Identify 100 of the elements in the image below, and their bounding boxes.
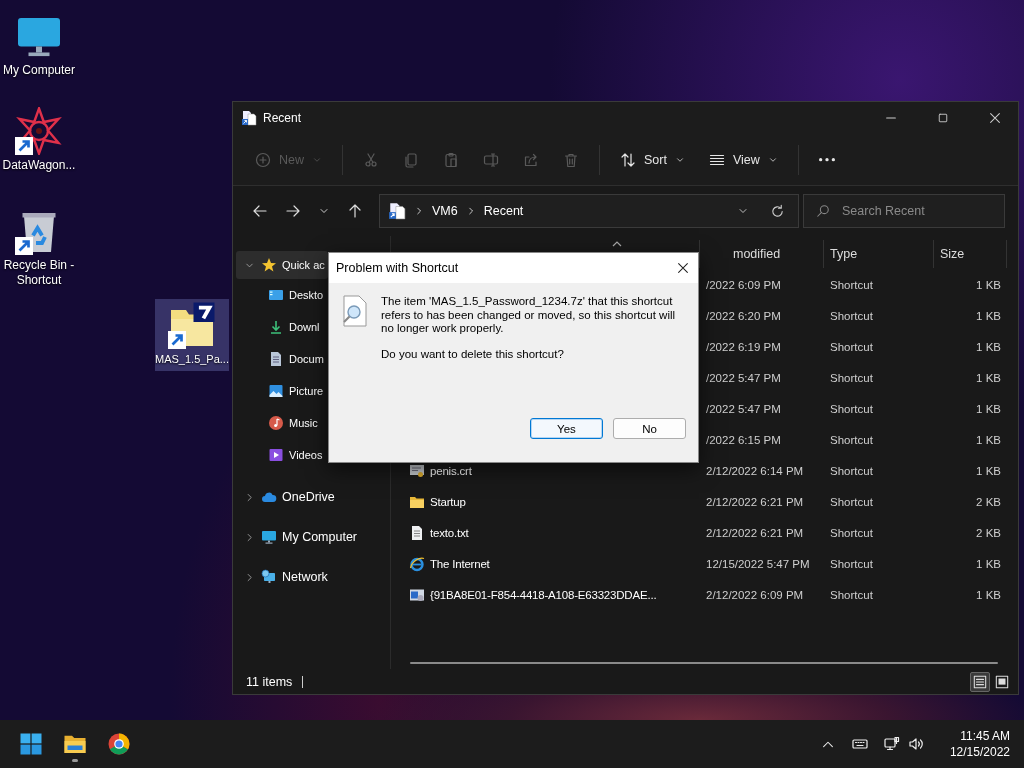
search-icon [816, 204, 830, 218]
date-modified: /2022 5:47 PM [706, 402, 781, 415]
view-button[interactable]: View [700, 142, 786, 177]
desktop-shortcut[interactable]: My Computer [0, 10, 78, 82]
clock[interactable]: 11:45 AM 12/15/2022 [949, 728, 1010, 760]
file-size: 2 KB [976, 495, 1001, 508]
file-size: 1 KB [976, 557, 1001, 570]
file-type: Shortcut [830, 588, 873, 601]
desktop-icon-label: MAS_1.5_Pa... [155, 352, 229, 367]
file-size: 1 KB [976, 340, 1001, 353]
certificate-icon [409, 462, 425, 479]
desktop-shortcut[interactable]: Recycle Bin - Shortcut [0, 205, 78, 292]
sort-button[interactable]: Sort [612, 142, 693, 177]
dialog-message: The item 'MAS_1.5_Password_1234.7z' that this shortcut refers to has been changed or moved, so this shortcut will no longer work properly. [381, 295, 677, 336]
file-size: 1 KB [976, 464, 1001, 477]
desktop-icon-label: DataWagon... [2, 158, 76, 173]
picture-icon [268, 383, 284, 399]
desktop-shortcut[interactable]: DataWagon... [0, 105, 78, 177]
details-view-icon [973, 674, 987, 689]
breadcrumb[interactable]: VM6 [432, 204, 458, 218]
file-type: Shortcut [830, 402, 873, 415]
file-type: Shortcut [830, 371, 873, 384]
nav-item[interactable]: Videos [233, 439, 323, 471]
nav-item[interactable]: Deskto [233, 279, 324, 311]
download-icon [268, 319, 284, 335]
desktop-shortcut[interactable]: MAS_1.5_Pa... [155, 299, 229, 371]
close-icon [988, 111, 1002, 125]
nav-item[interactable]: Quick ac [236, 251, 328, 279]
date-modified: /2022 6:09 PM [706, 278, 781, 291]
nav-item[interactable]: Network [236, 563, 328, 591]
nav-item[interactable]: OneDrive [236, 483, 335, 511]
file-type: Shortcut [830, 557, 873, 570]
folder-location-icon [241, 110, 257, 126]
text-file-icon [409, 524, 425, 541]
horizontal-scrollbar[interactable] [410, 662, 998, 664]
date-modified: /2022 6:20 PM [706, 309, 781, 322]
dialog-title: Problem with Shortcut [336, 261, 460, 275]
desktop-icon-label: My Computer [3, 63, 75, 78]
monitor-icon [261, 529, 277, 545]
file-size: 1 KB [976, 402, 1001, 415]
star-icon [261, 257, 277, 273]
video-icon [268, 447, 284, 463]
file-name[interactable]: Startup [430, 495, 466, 508]
chevron-icon [414, 206, 424, 216]
search-field[interactable]: Search Recent [803, 194, 1005, 228]
browser-ball-icon [107, 732, 131, 756]
desktop-icon [268, 287, 284, 303]
breadcrumb[interactable]: Recent [483, 204, 524, 218]
clock-date: 12/15/2022 [949, 744, 1010, 760]
file-type: Shortcut [830, 309, 873, 322]
maximize-icon [937, 112, 949, 124]
back-arrow-icon [252, 203, 268, 219]
close-icon [676, 261, 690, 275]
dialog-button[interactable]: No [613, 418, 686, 439]
preview-view-icon [995, 674, 1009, 689]
date-modified: 2/12/2022 6:21 PM [706, 526, 804, 539]
nav-item[interactable]: My Computer [236, 523, 358, 551]
file-name[interactable]: penis.crt [430, 464, 472, 477]
file-type: Shortcut [830, 278, 873, 291]
file-name[interactable]: texto.txt [430, 526, 469, 539]
date-modified: /2022 6:15 PM [706, 433, 781, 446]
nav-item[interactable]: Docum [233, 343, 324, 375]
date-modified: 2/12/2022 6:14 PM [706, 464, 804, 477]
nav-item[interactable]: Picture [233, 375, 324, 407]
column-header[interactable]: Size [933, 240, 1007, 268]
folder-location-icon [388, 202, 406, 220]
file-search-icon [342, 295, 368, 327]
date-modified: 2/12/2022 6:21 PM [706, 495, 804, 508]
file-size: 1 KB [976, 588, 1001, 601]
nav-item[interactable]: Downl [233, 311, 320, 343]
file-name[interactable]: The Internet [430, 557, 490, 570]
network-monitor-icon [883, 736, 900, 752]
desktop-icon-label: Recycle Bin - Shortcut [2, 258, 76, 288]
address-bar[interactable]: VM6 Recent [379, 194, 799, 228]
dialog-question: Do you want to delete this shortcut? [381, 347, 565, 361]
column-header[interactable]: Type [823, 240, 933, 268]
document-icon [268, 351, 284, 367]
date-modified: 2/12/2022 6:09 PM [706, 588, 804, 601]
speaker-icon [907, 736, 924, 752]
file-name[interactable]: {91BA8E01-F854-4418-A108-E63323DDAE... [430, 588, 657, 601]
file-size: 1 KB [976, 371, 1001, 384]
file-size: 2 KB [976, 526, 1001, 539]
network-icon [261, 569, 277, 585]
file-size: 1 KB [976, 433, 1001, 446]
dialog-button[interactable]: Yes [530, 418, 603, 439]
date-modified: /2022 5:47 PM [706, 371, 781, 384]
nav-item[interactable]: Music [233, 407, 318, 439]
browser-e-icon [409, 555, 425, 572]
clock-time: 11:45 AM [960, 728, 1010, 744]
running-indicator [72, 759, 78, 762]
file-type: Shortcut [830, 340, 873, 353]
file-type: Shortcut [830, 526, 873, 539]
file-size: 1 KB [976, 309, 1001, 322]
file-type: Shortcut [830, 495, 873, 508]
music-note-icon [268, 415, 284, 431]
details-view-button[interactable] [970, 671, 990, 692]
file-size: 1 KB [976, 278, 1001, 291]
forward-arrow-icon [285, 203, 301, 219]
sort-ascending-icon [610, 240, 623, 248]
file-type: Shortcut [830, 464, 873, 477]
